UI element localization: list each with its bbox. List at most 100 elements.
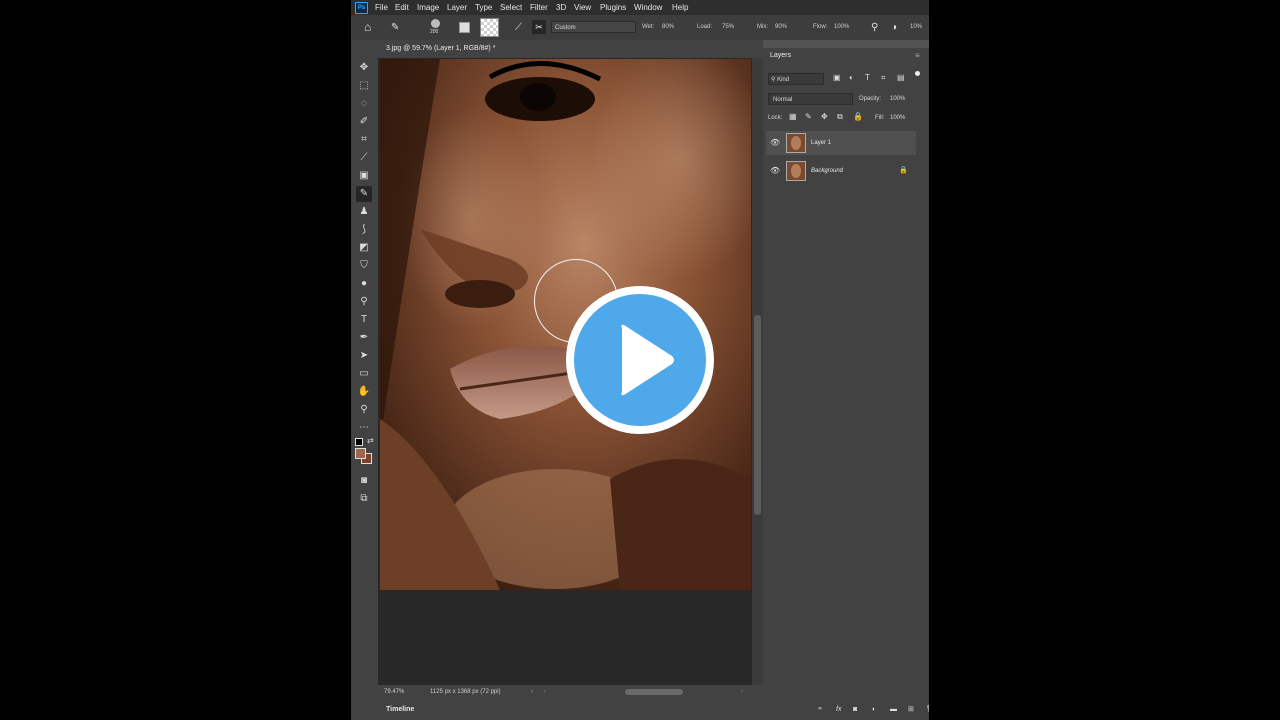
lock-all-icon[interactable]: 🔒 [853,112,863,121]
new-layer-icon[interactable]: ⊞ [908,699,914,720]
mix-value[interactable]: 90% [775,15,787,40]
mixer-brush-tool-icon[interactable]: ✎ [356,186,372,202]
crop-tool-icon[interactable]: ⌗ [356,132,372,148]
document-tab[interactable]: 3.jpg @ 59.7% (Layer 1, RGB/8#) * [378,40,504,58]
pen-tool-icon[interactable]: ✒ [356,330,372,346]
load-brush-icon[interactable]: ⟋ [515,15,522,40]
airbrush-icon[interactable]: ⚲ [871,15,878,40]
play-button-circle[interactable] [574,294,706,426]
foreground-color-swatch[interactable] [355,448,366,459]
fill-value[interactable]: 100% [890,112,905,124]
scroll-left-icon[interactable]: ‹ [544,685,546,699]
quick-select-tool-icon[interactable]: ✐ [356,114,372,130]
layers-panel-header: Layers ≡ [763,48,929,64]
visibility-eye-icon[interactable]: 👁 [770,131,780,155]
eraser-tool-icon[interactable]: ◩ [356,240,372,256]
load-label: Load: [697,24,713,30]
preset-select[interactable]: Custom [551,21,636,33]
brush-size-value: 200 [430,29,439,35]
rectangle-tool-icon[interactable]: ▭ [356,366,372,382]
menu-layer[interactable]: Layer [447,0,467,15]
stamp-tool-icon[interactable]: ♟ [356,204,372,220]
blend-mode-select[interactable]: Normal [768,93,853,105]
photoshop-logo: Ps [355,2,368,14]
default-colors-icon[interactable] [355,438,363,446]
layer-row-layer-1[interactable]: 👁 Layer 1 [766,131,916,155]
link-layers-icon[interactable]: ⚭ [817,699,823,720]
menu-bar: Ps File Edit Image Layer Type Select Fil… [351,0,929,15]
filter-kind-select[interactable]: ⚲ Kind [768,73,824,85]
brush-panel-icon[interactable] [459,22,470,33]
lock-transparent-icon[interactable]: ▦ [789,112,797,121]
horizontal-scroll-thumb[interactable] [625,689,683,695]
quick-mask-icon[interactable]: ◙ [356,473,372,489]
zoom-tool-icon[interactable]: ⚲ [356,402,372,418]
paint-bucket-tool-icon[interactable]: ⛉ [356,258,372,274]
menu-plugins[interactable]: Plugins [600,0,626,15]
smoothing-value[interactable]: 10% [910,15,922,40]
opacity-value[interactable]: 100% [890,93,905,105]
mixer-brush-icon[interactable]: ✎ [391,15,399,40]
timeline-tab[interactable]: Timeline [386,699,414,720]
pressure-icon[interactable]: ◑ [891,15,897,40]
dodge-tool-icon[interactable]: ⚲ [356,294,372,310]
healing-tool-icon[interactable]: ▣ [356,168,372,184]
delete-layer-icon[interactable]: 🗑 [926,699,929,720]
filter-toggle-icon[interactable] [915,71,920,76]
brush-preview-icon[interactable] [431,19,440,28]
scroll-right-icon[interactable]: › [741,685,743,699]
vertical-scroll-thumb[interactable] [754,315,761,515]
menu-type[interactable]: Type [475,0,492,15]
flow-label: Flow: [813,24,828,30]
wet-value[interactable]: 80% [662,15,674,40]
menu-file[interactable]: File [375,0,388,15]
play-icon [621,324,674,396]
menu-help[interactable]: Help [672,0,688,15]
more-tools-icon[interactable]: ⋯ [356,420,372,436]
menu-filter[interactable]: Filter [530,0,548,15]
visibility-eye-icon[interactable]: 👁 [770,159,780,183]
layer-thumbnail [786,161,806,181]
blur-tool-icon[interactable]: ● [356,276,372,292]
menu-image[interactable]: Image [417,0,439,15]
path-select-tool-icon[interactable]: ➤ [356,348,372,364]
filter-type-icon[interactable]: T [865,73,870,82]
menu-window[interactable]: Window [634,0,662,15]
flow-value[interactable]: 100% [834,15,849,40]
menu-view[interactable]: View [574,0,591,15]
clean-brush-icon[interactable]: ✂ [532,20,546,34]
layer-row-background[interactable]: 👁 Background 🔒 [766,159,916,183]
home-icon[interactable]: ⌂ [364,15,371,40]
add-mask-icon[interactable]: ◙ [853,699,857,720]
layers-panel-title[interactable]: Layers [770,48,791,64]
panel-menu-icon[interactable]: ≡ [915,48,920,64]
load-value[interactable]: 75% [722,15,734,40]
adjustment-layer-icon[interactable]: ◐ [872,699,876,720]
zoom-level[interactable]: 79.47% [384,685,404,699]
filter-shape-icon[interactable]: ⌗ [881,73,886,83]
swap-colors-icon[interactable]: ⇄ [367,436,374,445]
menu-edit[interactable]: Edit [395,0,409,15]
current-load-swatch[interactable] [480,18,499,37]
menu-select[interactable]: Select [500,0,522,15]
filter-pixel-icon[interactable]: ▣ [833,73,841,82]
hand-tool-icon[interactable]: ✋ [356,384,372,400]
screen-mode-icon[interactable]: ⧉ [356,491,372,507]
history-brush-tool-icon[interactable]: ⟆ [356,222,372,238]
new-group-icon[interactable]: ▬ [890,699,897,720]
type-tool-icon[interactable]: T [356,312,372,328]
fx-icon[interactable]: fx [836,699,841,720]
tools-panel: ✥ ⬚ ◌ ✐ ⌗ ⟋ ▣ ✎ ♟ ⟆ ◩ ⛉ ● ⚲ T ✒ ➤ ▭ ✋ ⚲ … [351,40,378,720]
filter-adjustment-icon[interactable]: ◐ [849,73,854,82]
lasso-tool-icon[interactable]: ◌ [356,96,372,112]
fill-label: Fill: [875,115,885,121]
status-arrow-icon[interactable]: › [531,685,533,699]
lock-artboard-icon[interactable]: ⧉ [837,112,843,122]
lock-position-icon[interactable]: ✥ [821,112,828,121]
marquee-tool-icon[interactable]: ⬚ [356,78,372,94]
move-tool-icon[interactable]: ✥ [356,60,372,76]
filter-smart-icon[interactable]: ▤ [897,73,905,82]
eyedropper-tool-icon[interactable]: ⟋ [356,150,372,166]
lock-pixels-icon[interactable]: ✎ [805,112,812,121]
menu-3d[interactable]: 3D [556,0,566,15]
